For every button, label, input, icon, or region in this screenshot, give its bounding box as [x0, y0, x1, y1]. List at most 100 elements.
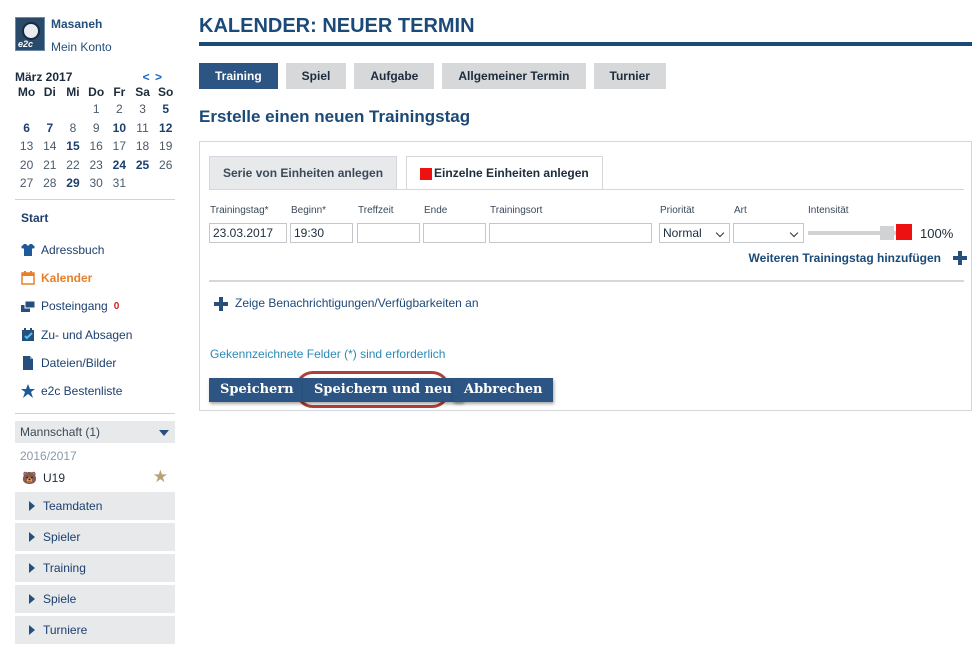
tab-aufgabe[interactable]: Aufgabe	[354, 63, 435, 89]
calendar-day[interactable]: 29	[61, 174, 84, 193]
intensity-slider-knob[interactable]	[880, 226, 894, 240]
plus-icon[interactable]	[953, 251, 967, 265]
tab-allgemeiner-termin[interactable]: Allgemeiner Termin	[442, 63, 586, 89]
sub-label: Teamdaten	[43, 499, 103, 513]
calendar-day[interactable]: 20	[15, 156, 38, 175]
plus-icon[interactable]	[214, 297, 228, 311]
section-title: Erstelle einen neuen Trainingstag	[199, 107, 471, 126]
calendar-day[interactable]: 5	[154, 100, 177, 119]
red-square-icon	[420, 167, 433, 180]
tab-turnier[interactable]: Turnier	[593, 63, 666, 89]
ende-input[interactable]	[423, 223, 486, 243]
team-sub-teamdaten[interactable]: Teamdaten	[15, 492, 175, 520]
save-button[interactable]: Speichern	[209, 378, 305, 402]
calendar-day-name: So	[158, 85, 174, 99]
calendar-nav-arrows[interactable]: < >	[143, 70, 163, 84]
calendar-day[interactable]: 14	[38, 137, 61, 156]
favorite-star-icon[interactable]: ★	[153, 467, 168, 487]
ende-label: Ende	[424, 205, 448, 216]
calendar-day[interactable]: 27	[15, 174, 38, 193]
tab-einzelne[interactable]: Einzelne Einheiten anlegen	[406, 156, 603, 190]
calendar-day[interactable]: 24	[108, 156, 131, 175]
calendar-day[interactable]: 28	[38, 174, 61, 193]
beginn-input[interactable]: 19:30	[290, 223, 353, 243]
tab-training[interactable]: Training	[199, 63, 278, 89]
calendar-day[interactable]: 31	[108, 174, 131, 193]
trainingstag-input[interactable]: 23.03.2017	[209, 223, 287, 243]
calendar-day[interactable]: 10	[108, 119, 131, 138]
calendar-day[interactable]: 7	[38, 119, 61, 138]
nav-item-bestenliste[interactable]: e2c Bestenliste	[21, 382, 122, 400]
calendar-day[interactable]: 18	[131, 137, 154, 156]
treffzeit-input[interactable]	[357, 223, 420, 243]
team-sub-spieler[interactable]: Spieler	[15, 523, 175, 551]
chevron-right-icon	[29, 501, 35, 511]
team-dropdown[interactable]: Mannschaft (1)	[15, 421, 175, 443]
show-notifications-link[interactable]: Zeige Benachrichtigungen/Verfügbarkeiten…	[235, 296, 479, 310]
art-select[interactable]	[733, 223, 804, 243]
nav-item-zu-und-absagen[interactable]: Zu- und Absagen	[21, 326, 132, 344]
calendar-empty-cell	[61, 100, 84, 119]
shirt-icon	[21, 243, 35, 257]
prioritaet-select[interactable]: Normal	[659, 223, 730, 243]
bear-crest-icon: 🐻	[22, 471, 37, 485]
calendar-day[interactable]: 6	[15, 119, 38, 138]
calendar-day[interactable]: 17	[108, 137, 131, 156]
trainingstag-label: Trainingstag*	[210, 205, 269, 216]
nav-item-label: Adressbuch	[41, 243, 105, 257]
calendar-day[interactable]: 13	[15, 137, 38, 156]
calendar-day[interactable]: 3	[131, 100, 154, 119]
cancel-button[interactable]: Abbrechen	[453, 378, 554, 402]
calendar-empty-cell	[131, 174, 154, 193]
team-header: Mannschaft (1)	[20, 425, 101, 439]
calendar-day-name: Mi	[66, 85, 80, 99]
calendar-day[interactable]: 19	[154, 137, 177, 156]
calendar-day[interactable]: 1	[85, 100, 108, 119]
trainingsort-input[interactable]	[489, 223, 652, 243]
calendar-day[interactable]: 16	[85, 137, 108, 156]
tab-spiel[interactable]: Spiel	[285, 63, 347, 89]
sub-label: Spieler	[43, 530, 81, 544]
main-content: KALENDER: NEUER TERMIN Training Spiel Au…	[199, 0, 974, 650]
title-underline	[199, 42, 972, 46]
chevron-down-icon	[159, 430, 169, 436]
sidebar: e2c Masaneh Mein Konto März 2017 < > Mo D…	[0, 0, 190, 650]
nav-item-posteingang[interactable]: Posteingang 0	[21, 297, 119, 315]
my-account-link[interactable]: Mein Konto	[51, 40, 112, 54]
nav-item-dateien-bilder[interactable]: Dateien/Bilder	[21, 354, 116, 372]
tab-serie[interactable]: Serie von Einheiten anlegen	[209, 156, 398, 189]
avatar[interactable]: e2c	[15, 17, 45, 51]
add-training-day-link[interactable]: Weiteren Trainingstag hinzufügen	[749, 251, 941, 265]
calendar-day[interactable]: 22	[61, 156, 84, 175]
user-name[interactable]: Masaneh	[51, 17, 102, 31]
calendar-day[interactable]: 23	[85, 156, 108, 175]
divider	[209, 189, 964, 190]
calendar-day[interactable]: 21	[38, 156, 61, 175]
calendar-day[interactable]: 26	[154, 156, 177, 175]
team-sub-spiele[interactable]: Spiele	[15, 585, 175, 613]
calendar-day[interactable]: 30	[85, 174, 108, 193]
calendar-day[interactable]: 12	[154, 119, 177, 138]
calendar-grid: Mo Di Mi Do Fr Sa So 1 2 3 5 6 7 8 9 10 11 12 13 14 15 16 17 18…	[15, 85, 178, 193]
team-sub-training[interactable]: Training	[15, 554, 175, 582]
calendar-day[interactable]: 25	[131, 156, 154, 175]
sub-label: Spiele	[43, 592, 77, 606]
check-calendar-icon	[21, 328, 35, 342]
nav-item-label: Dateien/Bilder	[41, 356, 117, 370]
calendar-day[interactable]: 9	[85, 119, 108, 138]
calendar-empty-cell	[15, 100, 38, 119]
calendar-day[interactable]: 15	[61, 137, 84, 156]
divider	[15, 199, 175, 200]
nav-item-kalender[interactable]: Kalender	[21, 269, 92, 287]
page-title: KALENDER: NEUER TERMIN	[199, 15, 475, 37]
calendar-day[interactable]: 11	[131, 119, 154, 138]
team-sub-turniere[interactable]: Turniere	[15, 616, 175, 644]
team-u19[interactable]: 🐻 U19 ★	[22, 467, 168, 487]
nav-item-adressbuch[interactable]: Adressbuch	[21, 241, 104, 259]
nav-start[interactable]: Start	[21, 211, 48, 225]
save-and-new-button[interactable]: Speichern und neu	[303, 378, 463, 402]
calendar-day[interactable]: 8	[61, 119, 84, 138]
nav-item-label: Zu- und Absagen	[41, 328, 133, 342]
calendar-day-name: Mo	[17, 85, 36, 99]
calendar-day[interactable]: 2	[108, 100, 131, 119]
